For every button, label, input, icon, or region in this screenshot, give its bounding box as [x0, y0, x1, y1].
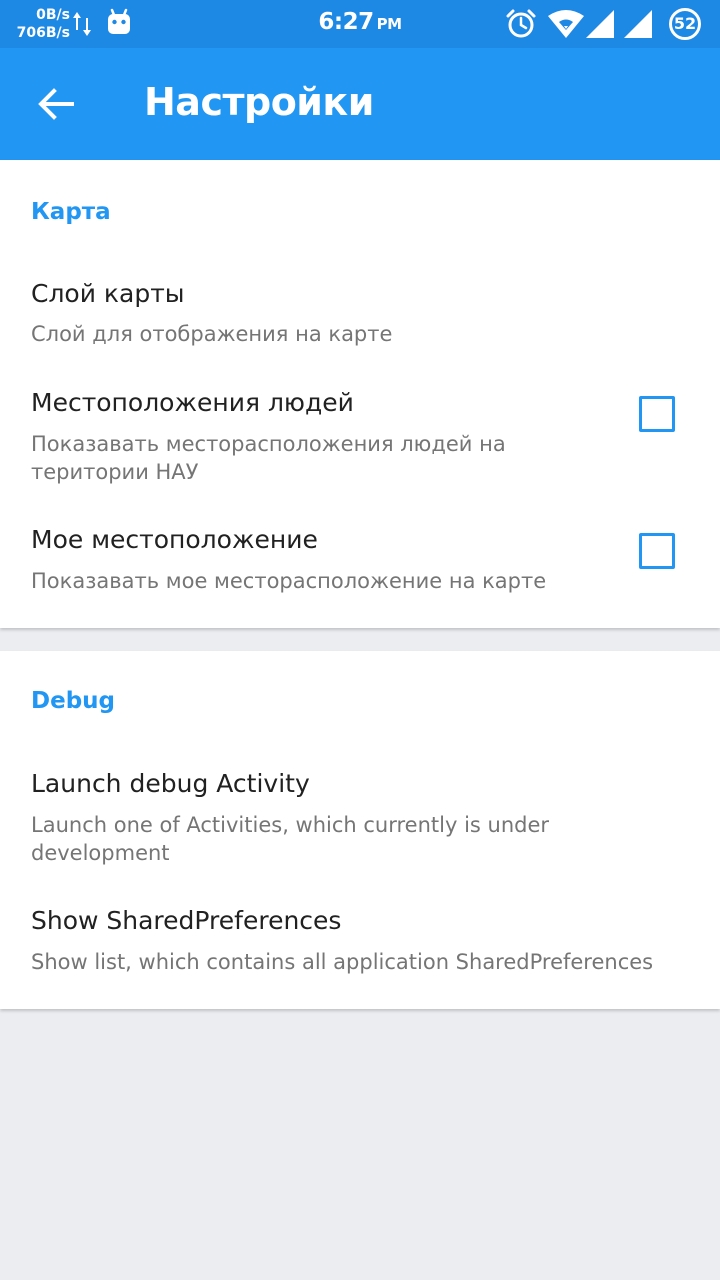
my-location-checkbox[interactable] [639, 533, 675, 569]
page-title: Настройки [144, 80, 374, 124]
people-locations-checkbox[interactable] [639, 396, 675, 432]
pref-title: Мое местоположение [31, 525, 318, 554]
app-bar: Настройки [0, 48, 720, 160]
pref-summary: Launch one of Activities, which currentl… [31, 813, 550, 865]
settings-section-debug: Debug Launch debug Activity Launch one o… [0, 651, 720, 1009]
pref-show-shared-preferences[interactable]: Show SharedPreferences Show list, which … [0, 885, 720, 995]
pref-title: Launch debug Activity [31, 769, 310, 798]
wifi-icon [548, 10, 584, 38]
alarm-icon [506, 9, 536, 38]
pref-summary: Show list, which contains all applicatio… [31, 950, 654, 974]
signal-2-icon [624, 10, 652, 38]
status-bar: 0B/s 706B/s 6:27 PM 52 [0, 0, 720, 48]
pref-summary: Слой для отображения на карте [31, 322, 393, 346]
clock-time: 6:27 [318, 9, 374, 35]
pref-people-locations[interactable]: Местоположения людей Показавать месторас… [0, 366, 720, 496]
pref-title: Местоположения людей [31, 388, 354, 417]
signal-icon [586, 10, 614, 38]
pref-summary: Показавать месторасположения людей на те… [31, 432, 506, 484]
settings-section-map: Карта Слой карты Слой для отображения на… [0, 160, 720, 628]
battery-level: 52 [673, 14, 697, 33]
pref-summary: Показавать мое месторасположение на карт… [31, 569, 547, 593]
arrow-back-icon[interactable] [36, 86, 76, 122]
pref-title: Show SharedPreferences [31, 906, 342, 935]
pref-title: Слой карты [31, 279, 185, 308]
pref-map-layer[interactable]: Слой карты Слой для отображения на карте [0, 256, 720, 356]
pref-launch-debug-activity[interactable]: Launch debug Activity Launch one of Acti… [0, 747, 720, 877]
battery-icon: 52 [668, 7, 702, 41]
pref-my-location[interactable]: Мое местоположение Показавать мое местор… [0, 504, 720, 614]
section-header-debug: Debug [31, 688, 115, 714]
clock-ampm: PM [376, 15, 402, 33]
section-header-map: Карта [31, 199, 111, 225]
